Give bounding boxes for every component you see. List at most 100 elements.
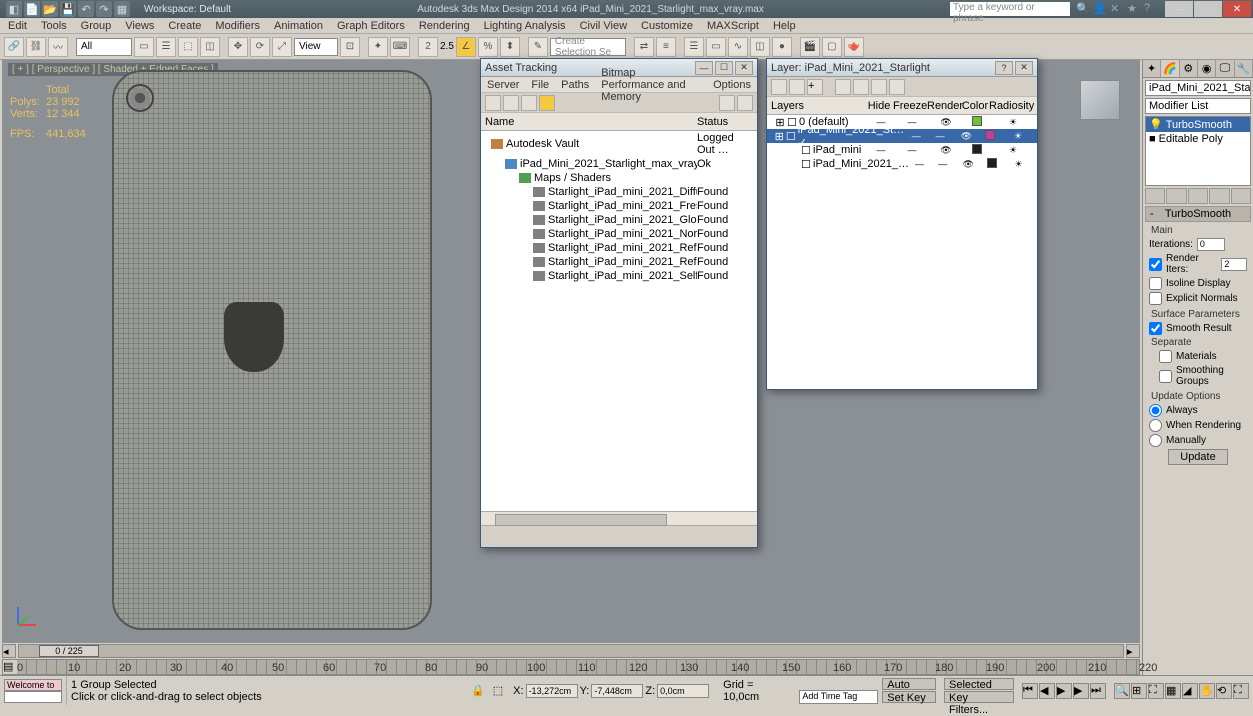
layer-freeze-icon[interactable]: [889, 79, 905, 95]
help-icon[interactable]: ?: [1144, 2, 1158, 16]
asset-row[interactable]: Starlight_iPad_mini_2021_Refract.pngFoun…: [481, 255, 757, 269]
asset-menu-file[interactable]: File: [531, 79, 549, 91]
layer-row[interactable]: ☐iPad_Mini_2021_…——👁☀: [767, 157, 1037, 171]
layer-dialog-help-button[interactable]: ?: [995, 61, 1013, 75]
move-icon[interactable]: ✥: [228, 37, 248, 57]
menu-maxscript[interactable]: MAXScript: [707, 20, 759, 32]
asset-row[interactable]: Starlight_iPad_mini_2021_Fresnel_IOR.png…: [481, 199, 757, 213]
schematic-view-icon[interactable]: ◫: [750, 37, 770, 57]
curve-editor-icon[interactable]: ∿: [728, 37, 748, 57]
layer-col-freeze[interactable]: Freeze: [893, 100, 927, 112]
stack-turbosmooth[interactable]: 💡TurboSmooth: [1146, 117, 1250, 132]
zoom-all-icon[interactable]: ⊞: [1131, 683, 1147, 699]
render-iters-spinner[interactable]: 2: [1221, 258, 1247, 271]
layer-select-obj-icon[interactable]: [853, 79, 869, 95]
key-filters-button[interactable]: Key Filters...: [944, 691, 1014, 703]
asset-menu-server[interactable]: Server: [487, 79, 519, 91]
render-iters-checkbox[interactable]: [1149, 258, 1162, 271]
asset-tree-icon[interactable]: [521, 95, 537, 111]
set-key-button[interactable]: Set Key: [882, 691, 936, 703]
material-editor-icon[interactable]: ●: [772, 37, 792, 57]
stack-editable-poly[interactable]: ■Editable Poly: [1146, 132, 1250, 146]
tab-create-icon[interactable]: ✦: [1143, 60, 1161, 77]
tab-display-icon[interactable]: 🖵: [1216, 60, 1234, 77]
explicit-normals-checkbox[interactable]: [1149, 292, 1162, 305]
help-search-input[interactable]: Type a keyword or phrase: [950, 2, 1070, 16]
menu-modifiers[interactable]: Modifiers: [215, 20, 260, 32]
asset-menu-options[interactable]: Options: [713, 79, 751, 91]
menu-help[interactable]: Help: [773, 20, 796, 32]
asset-help-icon[interactable]: [719, 95, 735, 111]
asset-row[interactable]: Starlight_iPad_mini_2021_Reflect.pngFoun…: [481, 241, 757, 255]
tab-utilities-icon[interactable]: 🔧: [1235, 60, 1253, 77]
rollup-turbosmooth[interactable]: TurboSmooth: [1145, 206, 1251, 222]
layer-manager-icon[interactable]: ☰: [684, 37, 704, 57]
rendered-frame-icon[interactable]: ▢: [822, 37, 842, 57]
layer-col-color[interactable]: Color: [961, 100, 989, 112]
render-icon[interactable]: 🫖: [844, 37, 864, 57]
asset-row[interactable]: Starlight_iPad_mini_2021_Glossiness.pngF…: [481, 213, 757, 227]
asset-row[interactable]: iPad_Mini_2021_Starlight_max_vray.maxOk: [481, 157, 757, 171]
manipulate-icon[interactable]: ✦: [368, 37, 388, 57]
minimize-button[interactable]: —: [1165, 1, 1193, 17]
menu-views[interactable]: Views: [125, 20, 154, 32]
update-rendering-radio[interactable]: [1149, 419, 1162, 432]
ref-coord-dropdown[interactable]: View: [294, 38, 338, 56]
unlink-icon[interactable]: ⛓: [26, 37, 46, 57]
select-object-icon[interactable]: ▭: [134, 37, 154, 57]
configure-sets-icon[interactable]: [1231, 188, 1251, 204]
workspace-label[interactable]: Workspace: Default: [144, 4, 231, 15]
save-icon[interactable]: 💾: [60, 1, 76, 17]
asset-col-status[interactable]: Status: [697, 116, 753, 128]
dialog-close-button[interactable]: ✕: [735, 61, 753, 75]
auto-key-button[interactable]: Auto Key: [882, 678, 936, 690]
play-icon[interactable]: ▶: [1056, 683, 1072, 699]
layer-row[interactable]: ☐iPad_mini——👁☀: [767, 143, 1037, 157]
update-always-radio[interactable]: [1149, 404, 1162, 417]
rotate-icon[interactable]: ⟳: [250, 37, 270, 57]
prev-frame-icon[interactable]: ◀: [1039, 683, 1055, 699]
select-region-icon[interactable]: ⬚: [178, 37, 198, 57]
remove-modifier-icon[interactable]: [1209, 188, 1229, 204]
asset-menu-paths[interactable]: Paths: [561, 79, 589, 91]
menu-animation[interactable]: Animation: [274, 20, 323, 32]
asset-h-scrollbar[interactable]: [481, 511, 757, 525]
link-icon[interactable]: 🔗: [4, 37, 24, 57]
smooth-result-checkbox[interactable]: [1149, 322, 1162, 335]
menu-tools[interactable]: Tools: [41, 20, 67, 32]
exchange-icon[interactable]: ✕: [1110, 2, 1124, 16]
key-filters-selected[interactable]: Selected: [944, 678, 1014, 690]
keyboard-shortcut-icon[interactable]: ⌨: [390, 37, 410, 57]
menu-graph-editors[interactable]: Graph Editors: [337, 20, 405, 32]
new-icon[interactable]: 📄: [24, 1, 40, 17]
asset-list[interactable]: Autodesk VaultLogged Out …iPad_Mini_2021…: [481, 131, 757, 511]
time-slider-left-button[interactable]: ◂: [2, 644, 16, 658]
percent-snap-icon[interactable]: %: [478, 37, 498, 57]
show-end-result-icon[interactable]: [1166, 188, 1186, 204]
layer-col-layers[interactable]: Layers: [771, 100, 865, 112]
modifier-stack[interactable]: 💡TurboSmooth ■Editable Poly: [1145, 116, 1251, 186]
z-coord-input[interactable]: [657, 684, 709, 698]
graphite-ribbon-icon[interactable]: ▭: [706, 37, 726, 57]
pin-stack-icon[interactable]: [1145, 188, 1165, 204]
asset-status-icon[interactable]: [503, 95, 519, 111]
snap-2d-icon[interactable]: 2: [418, 37, 438, 57]
viewcube[interactable]: [1080, 80, 1120, 120]
menu-civil-view[interactable]: Civil View: [580, 20, 627, 32]
zoom-extents-all-icon[interactable]: ▦: [1165, 683, 1181, 699]
layer-delete-icon[interactable]: [789, 79, 805, 95]
layer-col-hide[interactable]: Hide: [865, 100, 893, 112]
asset-highlight-icon[interactable]: [539, 95, 555, 111]
layer-select-highlight-icon[interactable]: [835, 79, 851, 95]
track-bar-toggle[interactable]: ▤: [3, 660, 17, 674]
edit-named-sel-icon[interactable]: ✎: [528, 37, 548, 57]
time-slider-thumb[interactable]: 0 / 225: [39, 645, 99, 657]
select-by-name-icon[interactable]: ☰: [156, 37, 176, 57]
render-setup-icon[interactable]: 🎬: [800, 37, 820, 57]
update-button[interactable]: Update: [1168, 449, 1228, 465]
bind-spacewarp-icon[interactable]: 〰: [48, 37, 68, 57]
make-unique-icon[interactable]: [1188, 188, 1208, 204]
layer-col-radiosity[interactable]: Radiosity: [989, 100, 1033, 112]
dialog-maximize-button[interactable]: ☐: [715, 61, 733, 75]
redo-icon[interactable]: ↷: [96, 1, 112, 17]
